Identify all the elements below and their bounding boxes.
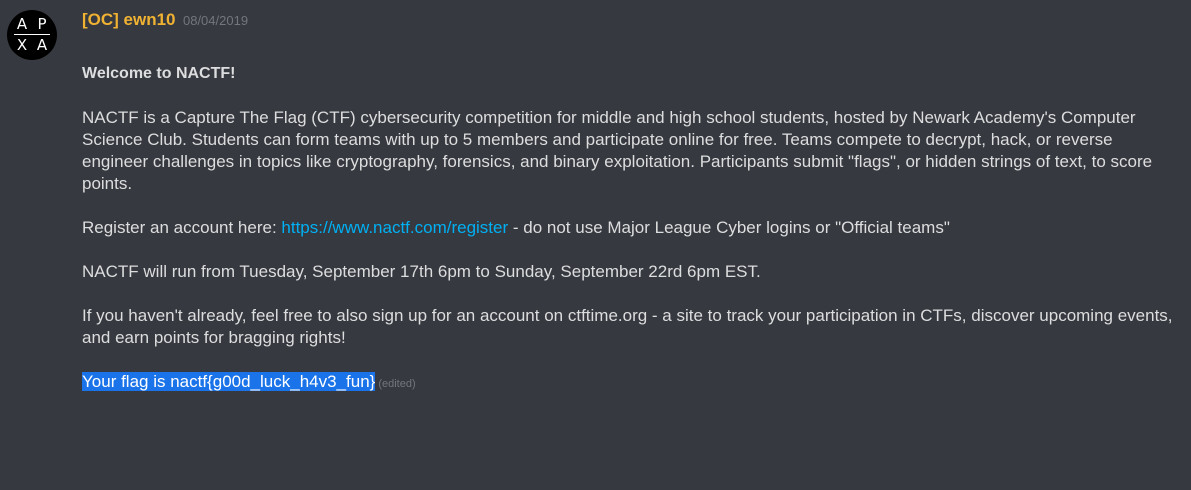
flag-paragraph: Your flag is nactf{g00d_luck_h4v3_fun} (e… xyxy=(82,371,1177,395)
author-username[interactable]: [OC] ewn10 xyxy=(82,10,176,29)
schedule-paragraph: NACTF will run from Tuesday, September 1… xyxy=(82,262,761,281)
user-avatar[interactable]: A P X A xyxy=(7,10,57,60)
register-paragraph: Register an account here: https://www.na… xyxy=(82,217,1177,239)
edited-indicator: (edited) xyxy=(378,378,416,390)
flag-text[interactable]: Your flag is nactf{g00d_luck_h4v3_fun} xyxy=(82,372,376,391)
chat-message: A P X A [OC] ewn10 08/04/2019 Welcome to… xyxy=(0,0,1191,490)
message-content: Welcome to NACTF! NACTF is a Capture The… xyxy=(82,63,1177,395)
avatar-letter: A xyxy=(16,15,28,33)
intro-paragraph: NACTF is a Capture The Flag (CTF) cybers… xyxy=(82,108,1153,193)
avatar-letter: X xyxy=(16,36,28,54)
message-timestamp: 08/04/2019 xyxy=(182,13,249,28)
avatar-letter: A xyxy=(36,36,48,54)
avatar-divider xyxy=(14,34,50,35)
avatar-letter: P xyxy=(37,15,47,33)
welcome-heading: Welcome to NACTF! xyxy=(82,65,236,82)
register-prefix-text: Register an account here: xyxy=(82,218,282,237)
register-suffix-text: - do not use Major League Cyber logins o… xyxy=(508,218,950,237)
register-link[interactable]: https://www.nactf.com/register xyxy=(281,218,508,237)
ctftime-paragraph: If you haven't already, feel free to als… xyxy=(82,306,1173,347)
message-header: [OC] ewn10 08/04/2019 xyxy=(82,10,248,30)
